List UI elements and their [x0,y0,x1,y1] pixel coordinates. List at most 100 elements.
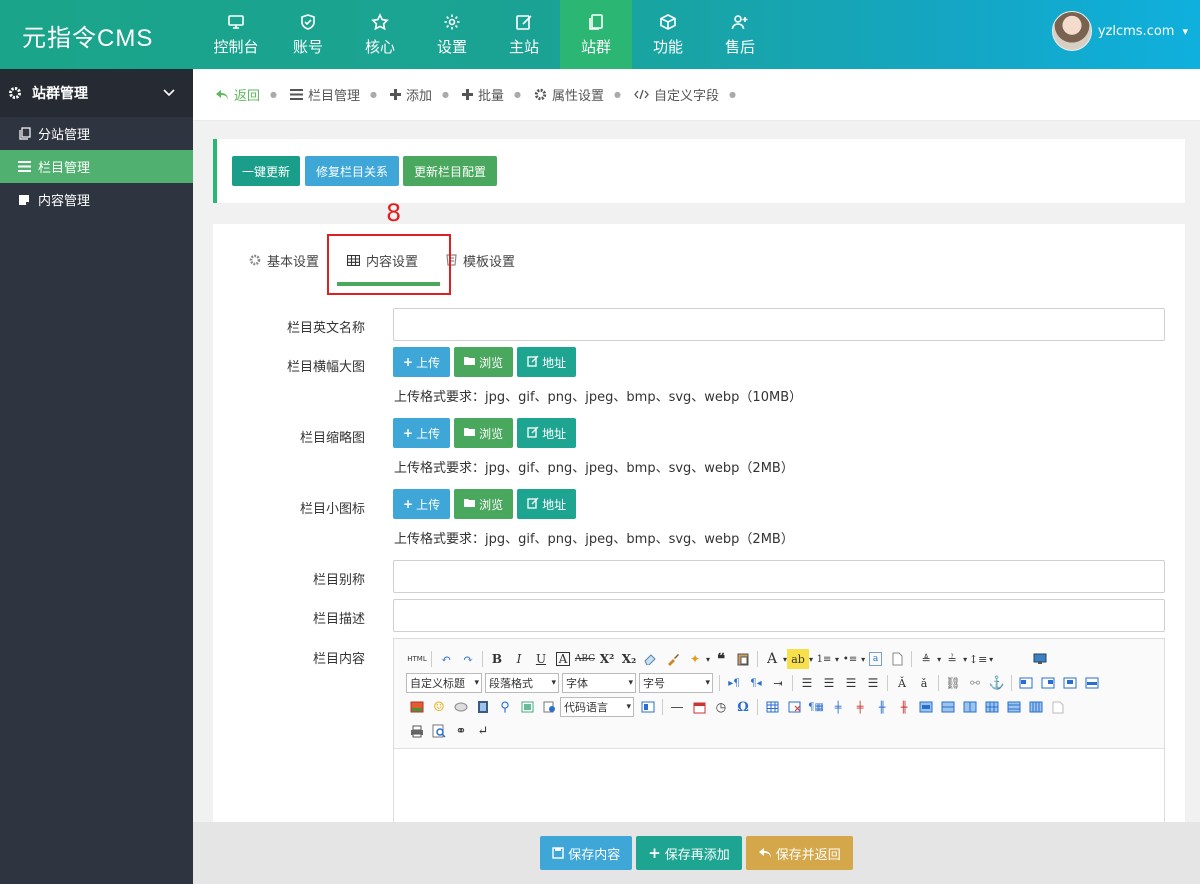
clear-doc-icon[interactable] [886,649,908,669]
print-icon[interactable] [406,721,428,741]
emoji-icon[interactable]: ☺ [428,697,450,717]
paragraph-format-select[interactable]: 段落格式 [485,673,559,693]
scrawl-icon[interactable] [450,697,472,717]
date-icon[interactable] [688,697,710,717]
gallery-icon[interactable] [516,697,538,717]
insert-col-icon[interactable]: ╫ [871,697,893,717]
fullscreen-icon[interactable] [1029,649,1051,669]
chart-icon[interactable] [1047,697,1069,717]
redo-icon[interactable]: ↷ [457,649,479,669]
thumb-address-button[interactable]: 地址 [517,418,577,448]
nav-main-site[interactable]: 主站 [488,0,560,69]
attachment-icon[interactable]: ⚲ [494,697,516,717]
dropdown-arrow-icon[interactable]: ▾ [861,655,865,664]
merge-down-icon[interactable] [959,697,981,717]
save-and-add-button[interactable]: + 保存再添加 [636,836,742,870]
delete-table-icon[interactable] [783,697,805,717]
align-right-icon[interactable]: ☰ [840,673,862,693]
icon-browse-button[interactable]: 浏览 [454,489,514,519]
strikethrough-icon[interactable]: ABC [574,649,596,669]
custom-title-select[interactable]: 自定义标题 [406,673,482,693]
search-replace-icon[interactable]: ⚭ [450,721,472,741]
merge-cells-icon[interactable] [915,697,937,717]
app-logo[interactable]: 元指令CMS [22,18,153,53]
nav-account[interactable]: 账号 [272,0,344,69]
nav-site-group[interactable]: 站群 [560,0,632,69]
template-insert-icon[interactable] [637,697,659,717]
crumb-batch[interactable]: 批量 ● [462,85,534,104]
sidebar-item-content[interactable]: 内容管理 [0,183,193,216]
align-center-icon[interactable]: ☰ [818,673,840,693]
bold-icon[interactable]: B [486,649,508,669]
image-center-icon[interactable] [1081,673,1103,693]
banner-upload-button[interactable]: + 上传 [393,347,451,377]
delete-col-icon[interactable]: ╫ [893,697,915,717]
highlight-icon[interactable]: ab [787,649,810,669]
font-size-select[interactable]: 字号 [639,673,713,693]
row-spacing-bottom-icon[interactable]: ≟ [941,649,963,669]
nav-dashboard[interactable]: 控制台 [200,0,272,69]
one-click-update-button[interactable]: 一键更新 [232,156,300,186]
thumb-browse-button[interactable]: 浏览 [454,418,514,448]
indent-icon[interactable]: ⇥ [767,673,789,693]
link-icon[interactable]: ⛓ [942,673,964,693]
image-left-icon[interactable] [1037,673,1059,693]
user-menu[interactable]: yzlcms.com ▾ [1051,11,1188,51]
tab-template[interactable]: 模板设置 [446,250,515,270]
auto-format-icon[interactable]: ✦ [684,649,706,669]
video-icon[interactable] [472,697,494,717]
rtl-icon[interactable]: ¶◂ [745,673,767,693]
format-brush-icon[interactable] [662,649,684,669]
to-lowercase-icon[interactable]: ǎ [913,673,935,693]
sidebar-item-columns[interactable]: 栏目管理 [0,150,193,183]
banner-address-button[interactable]: 地址 [517,347,577,377]
undo-icon[interactable]: ↶ [435,649,457,669]
code-language-select[interactable]: 代码语言 [560,697,634,717]
split-rows-icon[interactable] [1003,697,1025,717]
split-cells-icon[interactable] [981,697,1003,717]
align-justify-icon[interactable]: ☰ [862,673,884,693]
ltr-icon[interactable]: ▸¶ [723,673,745,693]
thumb-upload-button[interactable]: + 上传 [393,418,451,448]
insert-row-icon[interactable]: ╪ [827,697,849,717]
image-right-icon[interactable] [1059,673,1081,693]
delete-row-icon[interactable]: ╪ [849,697,871,717]
image-icon[interactable] [406,697,428,717]
banner-browse-button[interactable]: 浏览 [454,347,514,377]
preview-icon[interactable] [428,721,450,741]
paste-icon[interactable] [732,649,754,669]
crumb-attributes[interactable]: 属性设置 ● [534,85,634,104]
quote-icon[interactable]: ❝ [710,649,732,669]
select-all-icon[interactable]: a [869,652,883,666]
dropdown-arrow-icon[interactable]: ▾ [989,655,993,664]
anchor-icon[interactable]: ⚓ [986,673,1008,693]
nav-after-sales[interactable]: 售后 [704,0,776,69]
fix-relation-button[interactable]: 修复栏目关系 [305,156,399,186]
merge-right-icon[interactable] [937,697,959,717]
to-uppercase-icon[interactable]: Ǎ [891,673,913,693]
eraser-icon[interactable] [640,649,662,669]
save-and-return-button[interactable]: 保存并返回 [745,836,853,870]
icon-upload-button[interactable]: + 上传 [393,489,451,519]
insert-break-icon[interactable]: ↵ [472,721,494,741]
desc-input[interactable] [393,599,1165,632]
icon-address-button[interactable]: 地址 [517,489,577,519]
font-color-icon[interactable]: A [761,649,783,669]
line-height-icon[interactable]: ↕≡ [967,649,989,669]
insert-para-before-table-icon[interactable]: ¶▦ [805,697,827,717]
sidebar-item-substations[interactable]: 分站管理 [0,117,193,150]
align-left-icon[interactable]: ☰ [796,673,818,693]
nav-settings[interactable]: 设置 [416,0,488,69]
split-cols-icon[interactable] [1025,697,1047,717]
en-name-input[interactable] [393,308,1165,341]
html-source-icon[interactable]: HTML [406,649,428,669]
crumb-column-manage[interactable]: 栏目管理 ● [290,85,390,104]
sidebar-header[interactable]: 站群管理 [0,69,193,117]
nav-functions[interactable]: 功能 [632,0,704,69]
superscript-icon[interactable]: X² [596,649,618,669]
editor-content-area[interactable] [394,750,1164,833]
crumb-add[interactable]: 添加 ● [390,85,462,104]
special-char-icon[interactable]: Ω [732,697,754,717]
alias-input[interactable] [393,560,1165,593]
nav-core[interactable]: 核心 [344,0,416,69]
